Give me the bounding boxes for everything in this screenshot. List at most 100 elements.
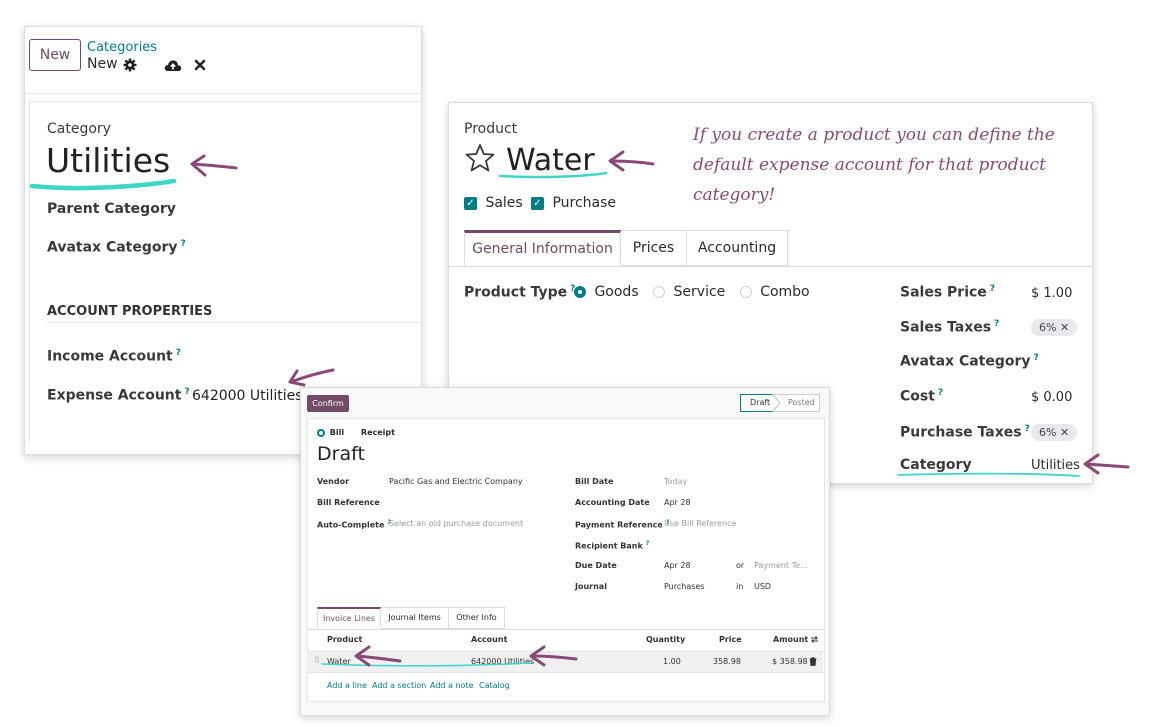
new-button[interactable]: New (29, 39, 81, 71)
help-icon[interactable]: ? (1025, 424, 1030, 434)
purchase-taxes-label: Purchase Taxes? (900, 424, 1030, 441)
recipient-bank-label-text: Recipient Bank (575, 541, 643, 551)
tab-accounting[interactable]: Accounting (687, 230, 788, 266)
tab-invoice-lines[interactable]: Invoice Lines (317, 607, 381, 629)
avatax-category-label-product-text: Avatax Category (900, 353, 1031, 370)
help-icon[interactable]: ? (181, 239, 186, 249)
vendor-field[interactable]: Pacific Gas and Electric Company (389, 477, 523, 486)
line-product-field[interactable]: Water (327, 657, 351, 666)
category-field[interactable]: Utilities (1031, 458, 1080, 473)
tabs-baseline (449, 266, 1092, 267)
payment-reference-label: Payment Reference? (575, 519, 669, 530)
account-properties-divider (47, 322, 421, 323)
breadcrumb-categories[interactable]: Categories (87, 40, 157, 55)
avatax-category-label-product: Avatax Category? (900, 353, 1039, 370)
product-tabs: General Information Prices Accounting (464, 230, 1092, 266)
product-type-label: Product Type? (464, 284, 575, 301)
cost-label: Cost? (900, 388, 943, 405)
journal-field[interactable]: Purchases (664, 582, 705, 591)
accounting-date-field[interactable]: Apr 28 (664, 498, 691, 507)
purchase-checkbox[interactable]: ✓ (531, 196, 544, 210)
auto-complete-input[interactable]: Select an old purchase document (389, 519, 523, 528)
income-account-label-text: Income Account (47, 348, 173, 365)
radio-receipt-label[interactable]: Receipt (361, 428, 395, 437)
sales-tax-tag[interactable]: 6% ✕ (1031, 319, 1078, 336)
cloud-save-icon[interactable] (164, 58, 182, 72)
line-quantity-field[interactable]: 1.00 (663, 657, 681, 666)
radio-service[interactable] (653, 286, 666, 298)
column-settings-icon[interactable] (810, 635, 819, 644)
gear-icon[interactable] (123, 58, 137, 72)
income-account-label: Income Account? (47, 348, 181, 365)
due-date-field[interactable]: Apr 28 (664, 561, 691, 570)
tab-general-information[interactable]: General Information (464, 230, 621, 266)
purchase-checkbox-row[interactable]: ✓ Purchase (531, 195, 616, 211)
product-type-label-text: Product Type (464, 284, 568, 301)
due-or-text: or (736, 561, 745, 570)
radio-bill-label: Bill (329, 428, 345, 437)
bill-tabs: Invoice Lines Journal Items Other Info (317, 607, 817, 629)
radio-bill[interactable] (317, 428, 325, 437)
payment-reference-input[interactable]: Use Bill Reference (664, 519, 736, 528)
bill-date-label: Bill Date (575, 477, 614, 486)
sales-price-field[interactable]: $ 1.00 (1031, 286, 1072, 301)
help-icon[interactable]: ? (184, 387, 189, 397)
cost-label-text: Cost (900, 388, 935, 405)
cost-field[interactable]: $ 0.00 (1031, 390, 1072, 405)
payment-terms-input[interactable]: Payment Te... (754, 561, 808, 570)
tab-journal-items[interactable]: Journal Items (381, 607, 449, 629)
confirm-button[interactable]: Confirm (307, 395, 349, 412)
bill-date-field[interactable]: Today (664, 477, 687, 486)
bill-reference-label: Bill Reference (317, 498, 380, 507)
help-icon[interactable]: ? (938, 388, 943, 398)
add-section-link[interactable]: Add a section (372, 681, 426, 690)
trash-icon[interactable] (809, 657, 817, 666)
vendor-bill-panel: Confirm Draft Posted Bill Receipt Draft … (300, 387, 830, 716)
remove-tag-icon[interactable]: ✕ (1060, 321, 1069, 334)
table-row[interactable] (307, 651, 823, 673)
help-icon[interactable]: ? (646, 540, 649, 547)
status-posted[interactable]: Posted (788, 398, 815, 407)
category-label: Category (900, 457, 972, 473)
purchase-tax-tag[interactable]: 6% ✕ (1031, 424, 1078, 441)
auto-complete-label: Auto-Complete? (317, 519, 391, 530)
category-name-field[interactable]: Utilities (46, 141, 170, 180)
line-account-field[interactable]: 642000 Utilities (471, 657, 534, 666)
sales-price-label-text: Sales Price (900, 284, 987, 301)
product-section-label: Product (464, 121, 518, 137)
purchase-tax-tag-label: 6% (1039, 426, 1057, 439)
currency-field[interactable]: USD (754, 582, 771, 591)
add-line-link[interactable]: Add a line (327, 681, 367, 690)
journal-in-text: in (736, 582, 744, 591)
bill-title: Draft (317, 443, 365, 465)
tab-other-info[interactable]: Other Info (449, 607, 505, 629)
status-draft[interactable]: Draft (750, 398, 770, 407)
drag-handle-icon[interactable]: ⠿ (314, 656, 320, 665)
remove-tag-icon[interactable]: ✕ (1060, 426, 1069, 439)
line-price-field[interactable]: 358.98 (713, 657, 741, 666)
column-price: Price (719, 635, 742, 644)
add-note-link[interactable]: Add a note (430, 681, 474, 690)
accounting-date-label: Accounting Date (575, 498, 650, 507)
favorite-star-icon[interactable] (464, 143, 496, 173)
discard-icon[interactable] (194, 59, 206, 71)
parent-category-label: Parent Category (47, 201, 176, 217)
annotation-line-1: If you create a product you can define t… (693, 125, 1055, 145)
help-icon[interactable]: ? (990, 284, 995, 294)
payment-reference-label-text: Payment Reference (575, 520, 663, 530)
help-icon[interactable]: ? (994, 319, 999, 329)
help-icon[interactable]: ? (176, 348, 181, 358)
help-icon[interactable]: ? (1034, 353, 1039, 363)
annotation-line-3: category! (693, 185, 776, 205)
sales-checkbox[interactable]: ✓ (464, 196, 477, 210)
sales-checkbox-row[interactable]: ✓ Sales (464, 195, 523, 211)
avatax-category-label-text: Avatax Category (47, 239, 178, 256)
catalog-link[interactable]: Catalog (479, 681, 510, 690)
radio-goods[interactable] (574, 286, 586, 298)
radio-combo[interactable] (739, 286, 752, 298)
expense-account-field[interactable]: 642000 Utilities (192, 388, 303, 404)
product-name-field[interactable]: Water (506, 143, 595, 178)
vendor-label: Vendor (317, 477, 350, 486)
category-section-label: Category (47, 121, 111, 137)
tab-prices[interactable]: Prices (621, 230, 687, 266)
